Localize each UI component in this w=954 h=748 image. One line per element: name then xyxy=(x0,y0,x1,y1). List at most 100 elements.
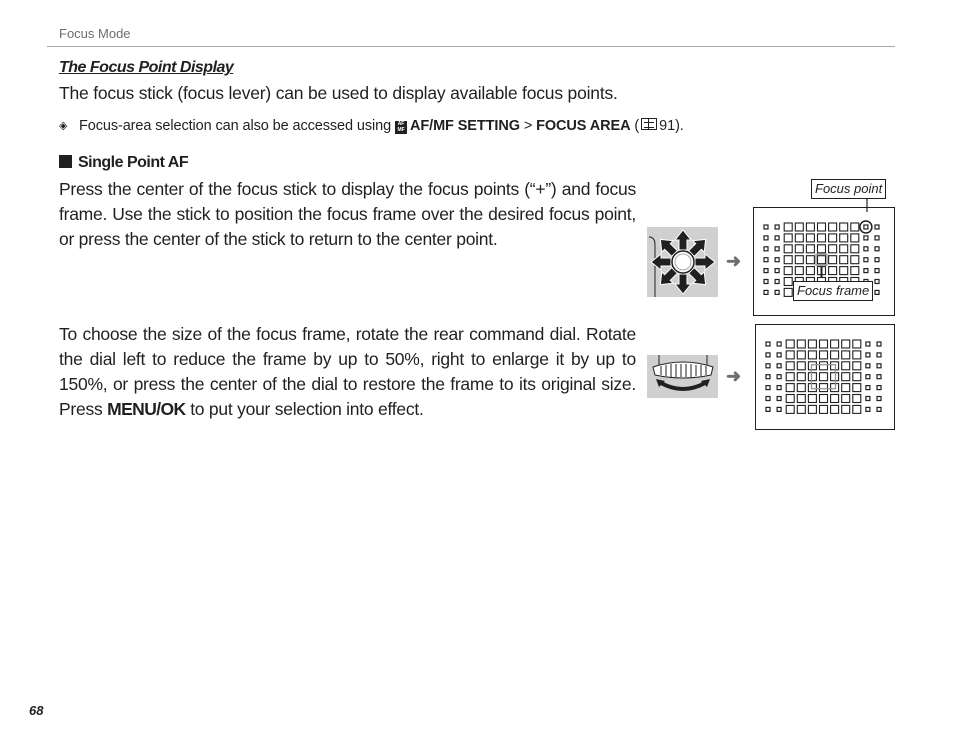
page-reference[interactable]: 91 xyxy=(659,118,675,134)
focus-point xyxy=(796,361,806,371)
focus-point xyxy=(830,393,840,404)
note-text: Focus-area selection can also be accesse… xyxy=(79,118,392,134)
focus-point xyxy=(874,278,880,285)
focus-point xyxy=(783,244,793,254)
focus-point xyxy=(865,374,871,380)
focus-point xyxy=(818,383,829,393)
page-number: 68 xyxy=(29,703,44,718)
focus-point xyxy=(841,372,851,382)
focus-point xyxy=(776,384,782,391)
focus-point xyxy=(818,372,829,382)
focus-point xyxy=(816,255,827,265)
focus-point xyxy=(796,404,806,414)
focus-point xyxy=(807,383,817,393)
focus-point xyxy=(776,341,782,347)
focus-point xyxy=(818,393,829,404)
viewfinder-display-frame-size xyxy=(755,324,895,430)
focus-point xyxy=(765,395,771,402)
focus-point xyxy=(785,383,795,393)
focus-point xyxy=(785,393,795,404)
focus-point xyxy=(763,235,769,241)
focus-point xyxy=(805,233,815,243)
focus-point xyxy=(865,384,871,391)
focus-point xyxy=(794,266,804,276)
focus-point xyxy=(765,384,771,391)
focus-point xyxy=(774,267,780,274)
arrow-right-icon: ➜ xyxy=(726,251,742,271)
focus-point xyxy=(765,352,771,358)
focus-point xyxy=(805,244,815,254)
focus-point xyxy=(816,244,827,254)
focus-point xyxy=(876,406,882,413)
command-dial-illustration xyxy=(647,355,718,398)
focus-point xyxy=(807,393,817,404)
focus-point xyxy=(830,350,840,360)
header-divider xyxy=(47,46,895,47)
focus-point xyxy=(807,404,817,414)
focus-point xyxy=(805,266,815,276)
menu-separator: > xyxy=(523,118,533,134)
focus-point xyxy=(874,257,880,263)
focus-point xyxy=(776,374,782,380)
focus-point xyxy=(805,255,815,265)
focus-point xyxy=(839,222,849,232)
menu-path-focus-area: FOCUS AREA xyxy=(536,118,631,134)
focus-point xyxy=(774,246,780,252)
focus-point xyxy=(807,372,817,382)
focus-point xyxy=(785,372,795,382)
focus-point xyxy=(796,339,806,349)
paragraph-text-end: to put your selection into effect. xyxy=(190,399,424,419)
focus-point-grid xyxy=(765,339,882,414)
focus-point xyxy=(807,350,817,360)
intro-text: The focus stick (focus lever) can be use… xyxy=(59,83,618,103)
focus-point xyxy=(876,363,882,369)
focus-point xyxy=(785,404,795,414)
focus-stick-illustration xyxy=(647,227,718,297)
arrow-right-icon: ➜ xyxy=(726,366,742,386)
focus-point xyxy=(874,289,880,296)
focus-point xyxy=(874,267,880,274)
focus-point xyxy=(828,244,838,254)
focus-point xyxy=(852,404,862,414)
focus-point xyxy=(830,361,840,371)
focus-point xyxy=(876,395,882,402)
focus-point xyxy=(776,406,782,413)
focus-point xyxy=(774,289,780,296)
focus-point xyxy=(794,244,804,254)
focus-point xyxy=(830,383,840,393)
focus-point xyxy=(850,266,860,276)
focus-stick-icon xyxy=(648,229,716,297)
focus-point xyxy=(794,255,804,265)
focus-point xyxy=(841,393,851,404)
focus-point xyxy=(852,339,862,349)
focus-point xyxy=(852,361,862,371)
menu-path-af-mf-setting: AF/MF SETTING xyxy=(410,118,520,134)
focus-point xyxy=(865,406,871,413)
focus-point xyxy=(796,350,806,360)
focus-point xyxy=(818,339,829,349)
af-mf-menu-icon: AF MF xyxy=(395,121,408,134)
focus-point xyxy=(776,363,782,369)
command-dial-icon xyxy=(652,355,714,391)
subsection-heading-text: Single Point AF xyxy=(78,154,189,171)
focus-point xyxy=(841,339,851,349)
paragraph-focus-stick: Press the center of the focus stick to d… xyxy=(59,179,636,249)
focus-point xyxy=(783,233,793,243)
subsection-heading: Single Point AF xyxy=(59,154,189,172)
focus-point xyxy=(841,350,851,360)
focus-point xyxy=(865,352,871,358)
focus-point xyxy=(774,257,780,263)
focus-point xyxy=(765,341,771,347)
focus-point xyxy=(776,395,782,402)
focus-point xyxy=(865,363,871,369)
focus-point xyxy=(763,278,769,285)
note-tag-icon: ◈ xyxy=(59,120,68,132)
focus-point xyxy=(807,361,817,371)
focus-point xyxy=(830,404,840,414)
ref-open: ( xyxy=(634,118,640,134)
focus-point xyxy=(774,278,780,285)
focus-point xyxy=(828,233,838,243)
focus-point xyxy=(807,339,817,349)
focus-point xyxy=(774,235,780,241)
focus-point xyxy=(863,246,869,252)
